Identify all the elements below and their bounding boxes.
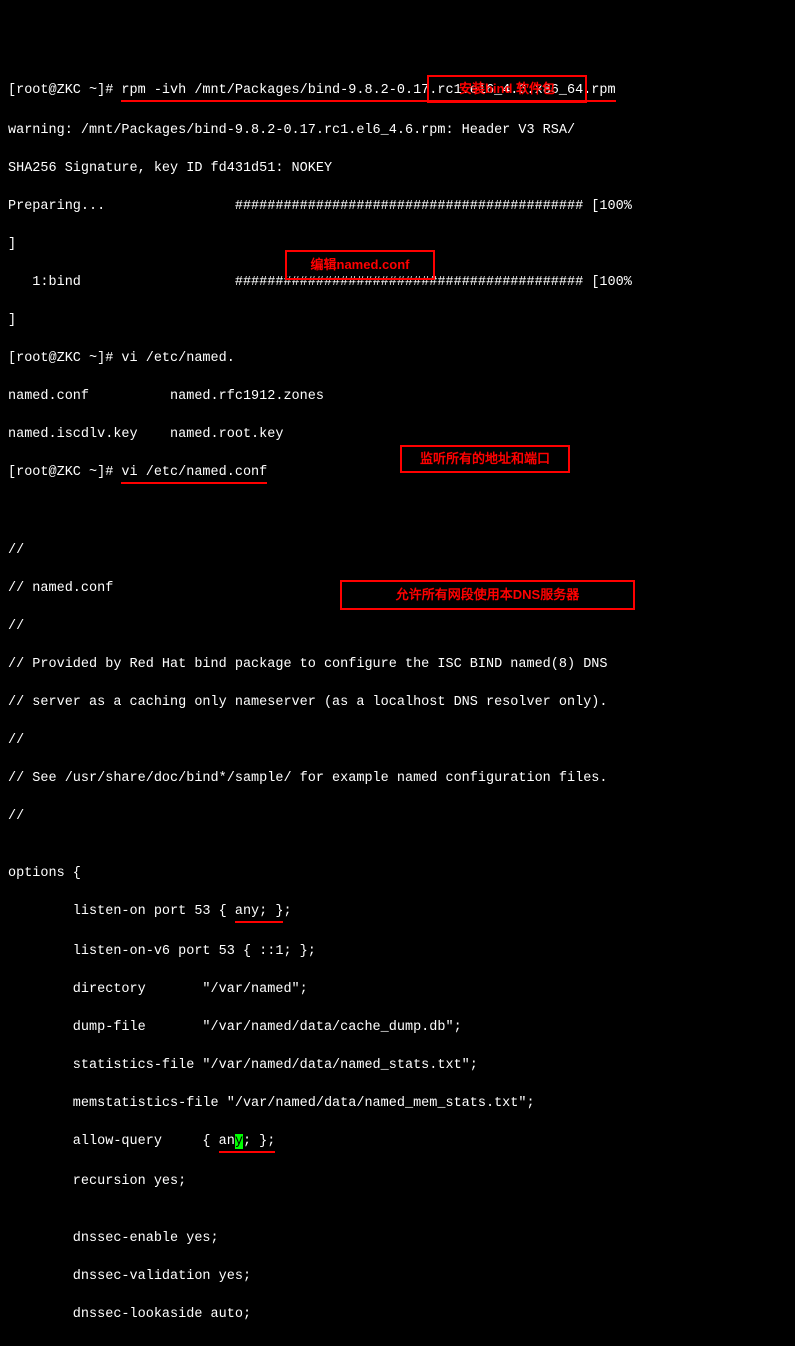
- cfg-22: dnssec-lookaside auto;: [8, 1305, 787, 1324]
- cfg-01: //: [8, 541, 787, 560]
- c17-pre: allow-query {: [8, 1134, 219, 1149]
- preparing-line: Preparing... ###########################…: [8, 197, 787, 216]
- bind-label: 1:bind: [8, 275, 81, 290]
- prompt3: [root@ZKC ~]#: [8, 465, 121, 480]
- c11-pre: listen-on port 53 {: [8, 904, 235, 919]
- cfg-06: //: [8, 731, 787, 750]
- allow-query-line: allow-query { any; };: [8, 1132, 787, 1153]
- c17b: ; };: [243, 1134, 275, 1149]
- preparing-label: Preparing...: [8, 199, 105, 214]
- cfg-04: // Provided by Red Hat bind package to c…: [8, 655, 787, 674]
- cfg-14: dump-file "/var/named/data/cache_dump.db…: [8, 1018, 787, 1037]
- tabcomp-1: named.conf named.rfc1912.zones: [8, 387, 787, 406]
- cmd-line-2: [root@ZKC ~]# vi /etc/named.: [8, 349, 787, 368]
- vi-command: vi /etc/named.conf: [121, 463, 267, 484]
- tabcomp-2: named.iscdlv.key named.root.key: [8, 425, 787, 444]
- annotation-install-bind: 安装bind 软件包: [427, 75, 587, 103]
- allow-query-any: any; };: [219, 1132, 276, 1153]
- prompt: [root@ZKC ~]#: [8, 83, 121, 98]
- annotation-allow-all: 允许所有网段使用本DNS服务器: [340, 580, 635, 610]
- cmd-line-1: [root@ZKC ~]# rpm -ivh /mnt/Packages/bin…: [8, 81, 787, 102]
- listen-any: any; }: [235, 902, 284, 923]
- cfg-13: directory "/var/named";: [8, 980, 787, 999]
- cfg-21: dnssec-validation yes;: [8, 1267, 787, 1286]
- cfg-03: //: [8, 617, 787, 636]
- listen-on-line: listen-on port 53 { any; };: [8, 902, 787, 923]
- preparing-progress: ########################################…: [235, 199, 632, 214]
- warn-line2: SHA256 Signature, key ID fd431d51: NOKEY: [8, 159, 787, 178]
- cfg-20: dnssec-enable yes;: [8, 1229, 787, 1248]
- annotation-listen-all: 监听所有的地址和端口: [400, 445, 570, 473]
- cfg-16: memstatistics-file "/var/named/data/name…: [8, 1094, 787, 1113]
- cfg-05: // server as a caching only nameserver (…: [8, 693, 787, 712]
- c11-post: ;: [283, 904, 291, 919]
- c17a: an: [219, 1134, 235, 1149]
- cfg-10: options {: [8, 864, 787, 883]
- close2: ]: [8, 311, 787, 330]
- blank0: [8, 503, 787, 522]
- cfg-07: // See /usr/share/doc/bind*/sample/ for …: [8, 769, 787, 788]
- cmd-line-3: [root@ZKC ~]# vi /etc/named.conf: [8, 463, 787, 484]
- cfg-08: //: [8, 807, 787, 826]
- cursor[interactable]: y: [235, 1134, 243, 1149]
- cfg-12: listen-on-v6 port 53 { ::1; };: [8, 942, 787, 961]
- annotation-edit-named: 编辑named.conf: [285, 250, 435, 280]
- cfg-18: recursion yes;: [8, 1172, 787, 1191]
- warn-line1: warning: /mnt/Packages/bind-9.8.2-0.17.r…: [8, 121, 787, 140]
- cfg-15: statistics-file "/var/named/data/named_s…: [8, 1056, 787, 1075]
